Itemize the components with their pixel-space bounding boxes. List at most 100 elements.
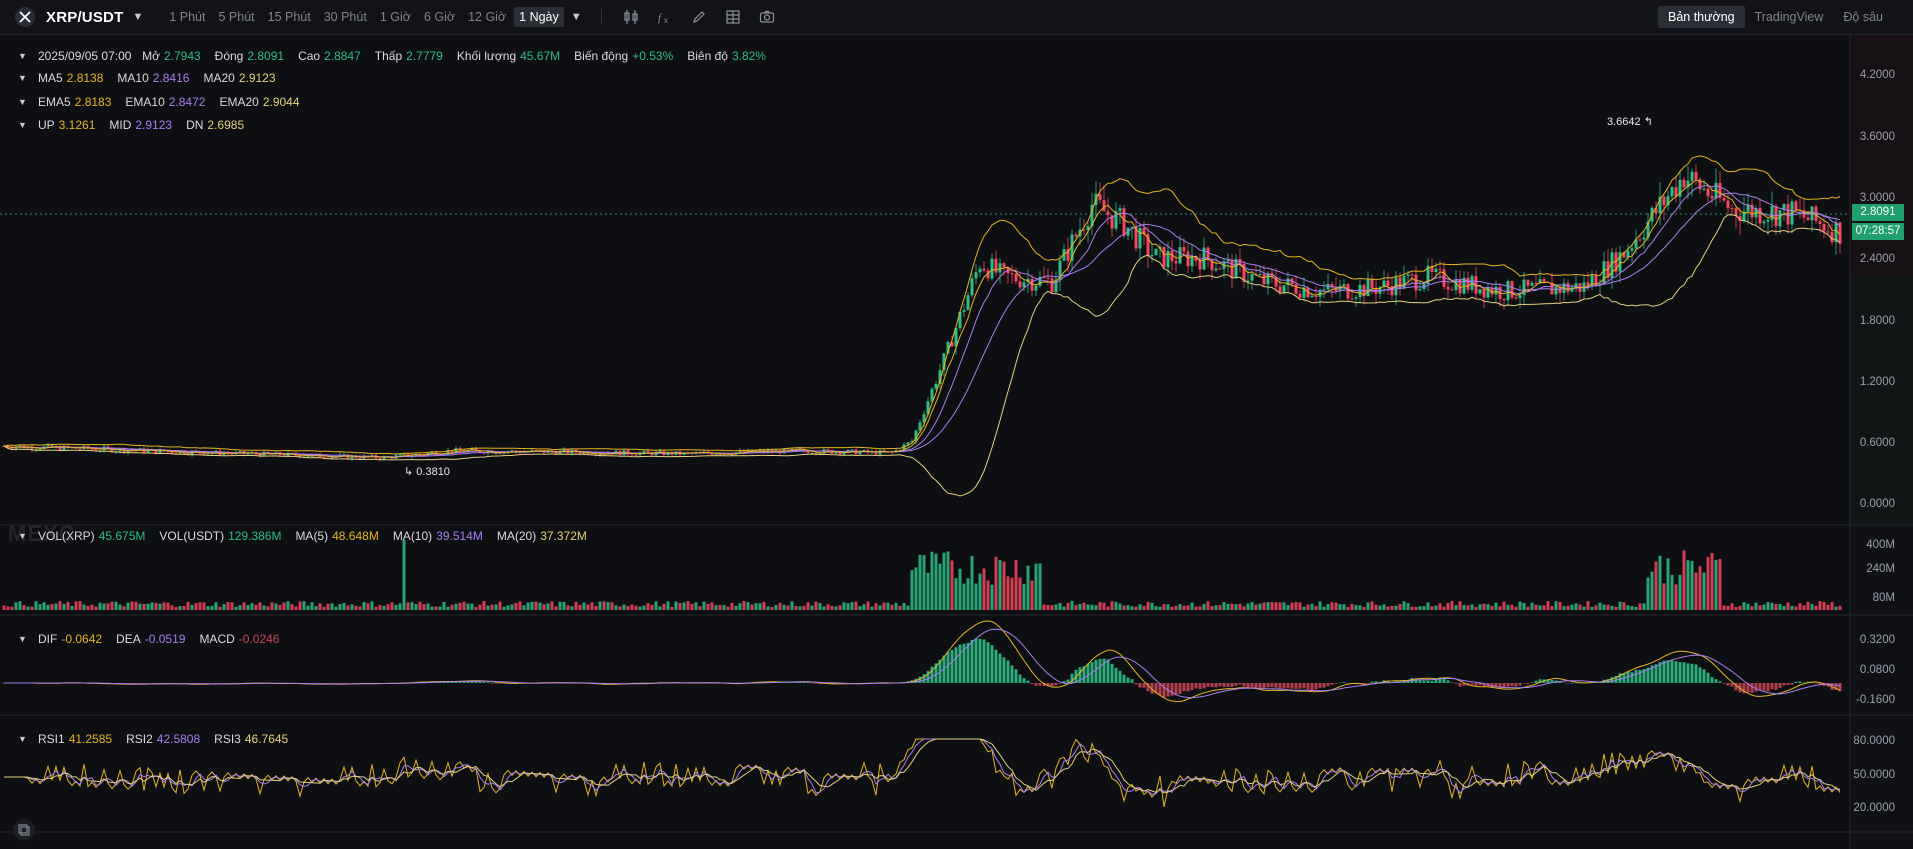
volume-bar [354, 605, 358, 610]
candle-body [1406, 274, 1410, 276]
candle-body [1182, 247, 1186, 252]
volume-bar [1834, 606, 1838, 610]
candle-body [1386, 280, 1390, 287]
volume-bar [786, 605, 790, 610]
candle-body [1138, 227, 1142, 249]
volume-bar [1514, 606, 1518, 610]
candle-body [1402, 275, 1406, 289]
vol-ma10-value: 39.514M [436, 529, 483, 543]
volume-bar [1014, 560, 1018, 610]
volume-bar [558, 601, 562, 610]
candle-body [1298, 293, 1302, 298]
volume-bar [106, 603, 110, 610]
macd-histogram-bar [1290, 683, 1294, 689]
volume-axis-label: 400M [1866, 539, 1895, 551]
volume-bar [334, 606, 338, 610]
volume-bar [1030, 580, 1034, 610]
timeframe-30min[interactable]: 30 Phút [319, 7, 372, 27]
chevron-down-icon[interactable]: ▼ [18, 51, 28, 61]
macd-histogram-bar [1430, 680, 1434, 683]
volume-bar [1078, 603, 1082, 610]
volume-bar [338, 604, 342, 610]
volume-bar [1278, 602, 1282, 610]
volume-bar [1310, 603, 1314, 610]
volume-bar [714, 605, 718, 610]
candle-type-icon[interactable] [616, 5, 646, 29]
volume-bar [298, 601, 302, 610]
chevron-down-icon[interactable]: ▼ [18, 531, 28, 541]
volume-axis-label: 240M [1866, 563, 1895, 575]
candle-body [1014, 273, 1018, 282]
view-standard[interactable]: Bản thường [1657, 6, 1745, 28]
macd-histogram-bar [1558, 682, 1562, 683]
price-axis-label: 0.6000 [1859, 437, 1895, 449]
volume-bar [1506, 604, 1510, 610]
volume-bar [618, 606, 622, 610]
volume-bar [1010, 577, 1014, 610]
boll-mid-label: MID [109, 118, 132, 132]
chevron-down-icon[interactable]: ▼ [18, 73, 28, 83]
volume-bar [666, 601, 670, 610]
rsi1-line [4, 738, 1841, 808]
timeframe-1h[interactable]: 1 Giờ [375, 7, 416, 27]
pair-selector[interactable]: XRP/USDT ▼ [0, 0, 143, 35]
volume-bar [1322, 606, 1326, 610]
timeframe-1d[interactable]: 1 Ngày [514, 7, 564, 27]
volume-bar [702, 601, 706, 610]
volume-bar [950, 560, 954, 610]
volume-bar [378, 604, 382, 610]
candle-body [1178, 247, 1182, 264]
candle-body [1482, 289, 1486, 298]
macd-histogram-bar [1190, 683, 1194, 691]
chevron-down-icon[interactable]: ▼ [18, 97, 28, 107]
volume-bar [78, 601, 82, 610]
chevron-down-icon[interactable]: ▼ [132, 11, 143, 23]
view-tradingview[interactable]: TradingView [1745, 6, 1834, 28]
timeframe-12h[interactable]: 12 Giờ [463, 7, 511, 27]
volume-bar [690, 603, 694, 610]
chart-canvas[interactable] [0, 35, 1913, 849]
chart-settings-button[interactable] [13, 819, 35, 841]
volume-bar [1186, 605, 1190, 610]
chevron-down-icon[interactable]: ▼ [18, 634, 28, 644]
volume-bar [1446, 602, 1450, 610]
price-axis-label: 2.4000 [1859, 253, 1895, 265]
volume-bar [574, 601, 578, 610]
volume-bar [370, 601, 374, 610]
chevron-down-icon[interactable]: ▼ [18, 120, 28, 130]
macd-histogram-bar [146, 683, 150, 684]
timeframe-more-chevron-icon[interactable]: ▼ [571, 11, 582, 23]
volume-bar [538, 602, 542, 610]
macd-histogram-bar [1662, 660, 1666, 683]
layout-grid-icon[interactable] [718, 5, 748, 29]
timeframe-5min[interactable]: 5 Phút [213, 7, 259, 27]
candle-body [1466, 277, 1470, 290]
candle-body [1186, 251, 1190, 267]
vol-coin-value: 45.675M [98, 529, 146, 543]
dif-value: -0.0642 [61, 632, 103, 646]
macd-histogram-bar [1786, 683, 1790, 686]
volume-bar [186, 601, 190, 610]
volume-bar [1198, 606, 1202, 610]
timeframe-1min[interactable]: 1 Phút [164, 7, 210, 27]
macd-legend: ▼ DIF -0.0642 DEA -0.0519 MACD -0.0246 [18, 632, 293, 646]
chevron-down-icon[interactable]: ▼ [18, 734, 28, 744]
volume-bar [122, 606, 126, 610]
volume-bar [130, 601, 134, 610]
candle-body [966, 295, 970, 310]
macd-label: MACD [199, 632, 235, 646]
volume-bar [842, 602, 846, 610]
view-depth[interactable]: Độ sâu [1833, 6, 1893, 28]
volume-bar [798, 606, 802, 610]
volume-bar [174, 606, 178, 610]
camera-icon[interactable] [752, 5, 782, 29]
draw-pencil-icon[interactable] [684, 5, 714, 29]
timeframe-6h[interactable]: 6 Giờ [419, 7, 460, 27]
volume-bar [1046, 604, 1050, 610]
volume-bar [430, 606, 434, 610]
timeframe-15min[interactable]: 15 Phút [263, 7, 316, 27]
chart-area[interactable]: ▼ 2025/09/05 07:00 Mở 2.7943 Đóng 2.8091 C… [0, 35, 1913, 849]
volume-bar [562, 601, 566, 610]
formula-icon[interactable]: fx [650, 5, 680, 29]
volume-bar [94, 606, 98, 610]
